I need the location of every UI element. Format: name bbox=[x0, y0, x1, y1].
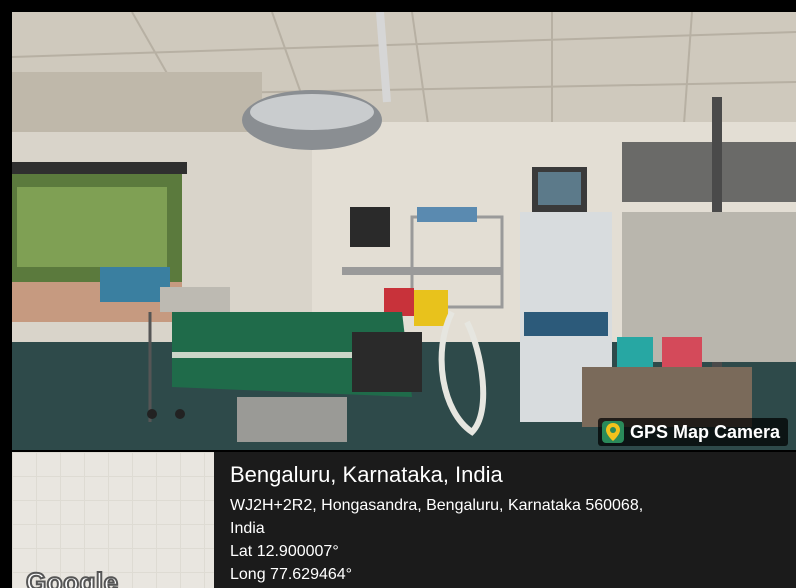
gps-map-camera-badge: GPS Map Camera bbox=[597, 418, 788, 446]
location-info-panel: Google Bengaluru, Karnataka, India WJ2H+… bbox=[12, 452, 796, 588]
machine-panel bbox=[524, 312, 608, 336]
instrument-tray bbox=[160, 287, 230, 312]
surgical-lamp-top bbox=[250, 94, 374, 130]
screenshot-frame: GPS Map Camera Google Bengaluru, Karnata… bbox=[0, 0, 796, 588]
blue-sheet bbox=[100, 267, 170, 302]
ceiling-soffit bbox=[12, 72, 262, 132]
yellow-bucket bbox=[414, 290, 448, 326]
trolley-wheel bbox=[175, 409, 185, 419]
window-frame bbox=[12, 162, 187, 174]
table-end bbox=[352, 332, 422, 392]
photo-illustration bbox=[12, 12, 796, 450]
trolley-wheel bbox=[147, 409, 157, 419]
location-text: Bengaluru, Karnataka, India WJ2H+2R2, Ho… bbox=[230, 462, 643, 586]
operating-room-photo: GPS Map Camera bbox=[12, 12, 796, 450]
window-trees bbox=[17, 187, 167, 267]
google-logo: Google bbox=[25, 566, 119, 588]
address-line-1: WJ2H+2R2, Hongasandra, Bengaluru, Karnat… bbox=[230, 497, 644, 514]
table-base bbox=[237, 397, 347, 442]
badge-label: GPS Map Camera bbox=[629, 421, 780, 442]
longitude: Long 77.629464° bbox=[230, 566, 353, 583]
wall-cabinet bbox=[622, 142, 796, 202]
map-thumbnail: Google bbox=[12, 452, 214, 588]
latitude: Lat 12.900007° bbox=[230, 543, 339, 560]
city-label: Bengaluru, Karnataka, India bbox=[230, 462, 503, 487]
wall-fan bbox=[350, 207, 390, 247]
address-line-2: India bbox=[230, 520, 265, 537]
map-pin-icon bbox=[601, 421, 624, 443]
shelf-supplies bbox=[417, 207, 477, 222]
trolley-shelf bbox=[342, 267, 502, 275]
monitor-screen bbox=[538, 172, 581, 205]
red-bucket bbox=[384, 288, 414, 316]
